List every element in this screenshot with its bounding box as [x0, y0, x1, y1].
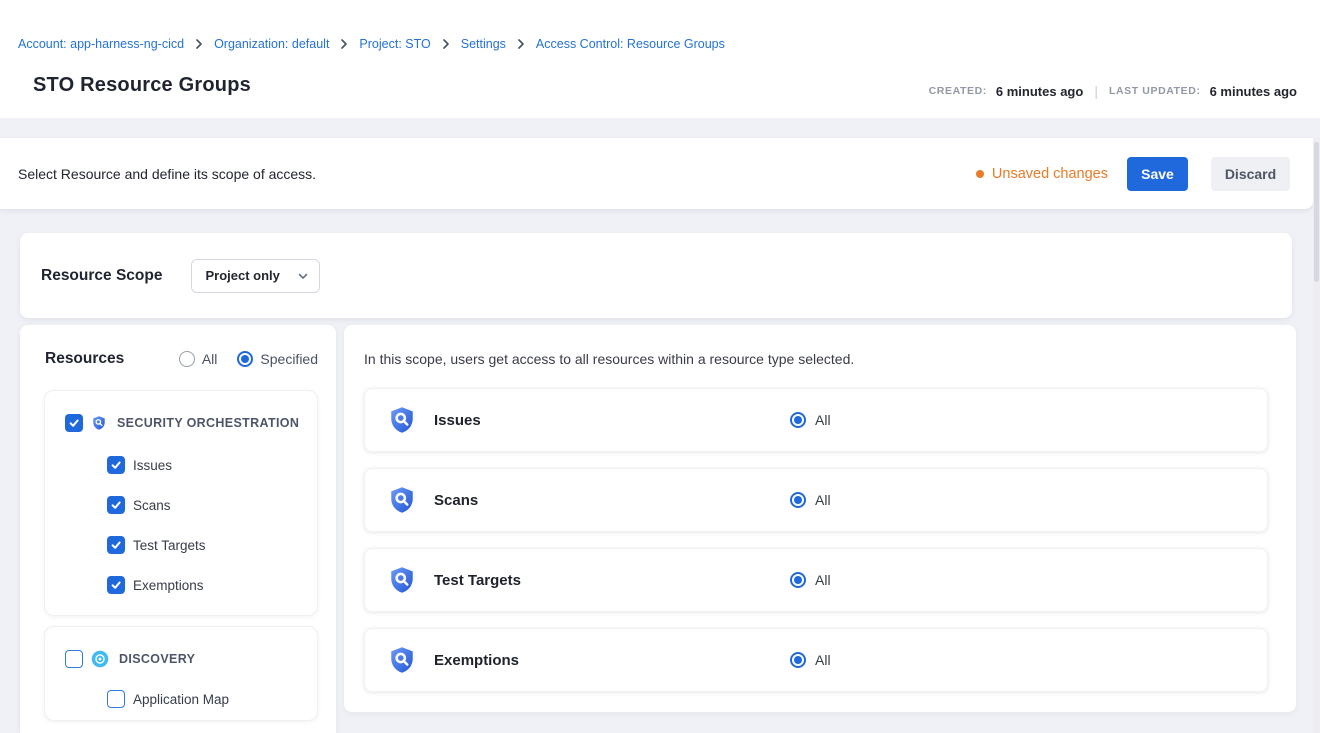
sto-shield-icon	[387, 485, 417, 515]
radio-all[interactable]	[790, 652, 806, 668]
tree-row-issues: Issues	[107, 455, 172, 475]
resources-mode-specified-option[interactable]: Specified	[237, 351, 318, 367]
tree-row-scans: Scans	[107, 495, 171, 515]
group-label: DISCOVERY	[119, 652, 195, 666]
chevron-down-icon	[297, 270, 309, 282]
resource-card-test-targets: Test Targets All	[364, 548, 1268, 612]
page-title: STO Resource Groups	[33, 74, 251, 97]
unsaved-changes-dot-icon	[976, 170, 984, 178]
tree-item-label: Test Targets	[133, 538, 206, 553]
sto-shield-icon	[91, 415, 107, 431]
checkbox-application-map[interactable]	[107, 690, 125, 708]
sto-shield-icon	[387, 405, 417, 435]
breadcrumb: Account: app-harness-ng-cicd Organizatio…	[18, 37, 725, 51]
resource-card-title: Test Targets	[434, 572, 521, 589]
tree-row-discovery: DISCOVERY	[65, 649, 195, 669]
radio-specified-label: Specified	[260, 351, 318, 367]
last-updated-value: 6 minutes ago	[1210, 84, 1297, 99]
resource-card-issues: Issues All	[364, 388, 1268, 452]
radio-all[interactable]	[790, 412, 806, 428]
access-all-option[interactable]: All	[790, 492, 831, 508]
chevron-right-icon	[193, 38, 205, 50]
checkbox-scans[interactable]	[107, 496, 125, 514]
resource-card-exemptions: Exemptions All	[364, 628, 1268, 692]
unsaved-changes-label: Unsaved changes	[992, 166, 1108, 182]
resource-card-title: Exemptions	[434, 652, 519, 669]
resource-scope-label: Resource Scope	[41, 267, 162, 285]
breadcrumb-link-project[interactable]: Project: STO	[359, 37, 430, 51]
save-button[interactable]: Save	[1127, 157, 1188, 191]
discard-button[interactable]: Discard	[1211, 157, 1290, 191]
breadcrumb-link-resource-groups[interactable]: Access Control: Resource Groups	[536, 37, 725, 51]
breadcrumb-link-settings[interactable]: Settings	[461, 37, 506, 51]
resource-access-panel: In this scope, users get access to all r…	[344, 325, 1296, 712]
chevron-right-icon	[338, 38, 350, 50]
last-updated-label: LAST UPDATED:	[1109, 85, 1201, 97]
resource-scope-card: Resource Scope Project only	[20, 233, 1292, 318]
tree-row-security-orchestration: SECURITY ORCHESTRATION	[65, 413, 299, 433]
tree-item-label: Application Map	[133, 692, 229, 707]
resource-scope-selected-value: Project only	[205, 268, 279, 283]
checkbox-discovery[interactable]	[65, 650, 83, 668]
chevron-right-icon	[440, 38, 452, 50]
breadcrumb-link-account[interactable]: Account: app-harness-ng-cicd	[18, 37, 184, 51]
resource-card-title: Scans	[434, 492, 478, 509]
radio-all[interactable]	[790, 492, 806, 508]
radio-all[interactable]	[790, 572, 806, 588]
access-all-label: All	[815, 412, 831, 428]
radio-all-label: All	[202, 351, 218, 367]
resource-group-discovery: DISCOVERY Application Map	[44, 626, 318, 721]
checkbox-exemptions[interactable]	[107, 576, 125, 594]
chevron-right-icon	[515, 38, 527, 50]
resource-scope-select[interactable]: Project only	[191, 259, 320, 293]
divider: |	[1092, 83, 1100, 99]
page-header: Account: app-harness-ng-cicd Organizatio…	[0, 0, 1320, 118]
checkbox-issues[interactable]	[107, 456, 125, 474]
tree-row-exemptions: Exemptions	[107, 575, 204, 595]
tree-item-label: Scans	[133, 498, 171, 513]
access-all-option[interactable]: All	[790, 652, 831, 668]
tree-row-application-map: Application Map	[107, 689, 229, 709]
breadcrumb-link-organization[interactable]: Organization: default	[214, 37, 329, 51]
access-all-option[interactable]: All	[790, 572, 831, 588]
sto-shield-icon	[387, 645, 417, 675]
action-toolbar: Select Resource and define its scope of …	[0, 138, 1313, 209]
discovery-target-icon	[91, 650, 109, 668]
sto-shield-icon	[387, 565, 417, 595]
tree-item-label: Exemptions	[133, 578, 204, 593]
radio-all[interactable]	[179, 351, 195, 367]
resources-panel-title: Resources	[45, 350, 159, 368]
access-all-label: All	[815, 572, 831, 588]
group-label: SECURITY ORCHESTRATION	[117, 416, 299, 430]
access-all-option[interactable]: All	[790, 412, 831, 428]
resource-card-title: Issues	[434, 412, 481, 429]
toolbar-description: Select Resource and define its scope of …	[18, 166, 316, 182]
created-value: 6 minutes ago	[996, 84, 1083, 99]
scope-hint-text: In this scope, users get access to all r…	[364, 351, 854, 367]
resource-card-scans: Scans All	[364, 468, 1268, 532]
checkbox-security-orchestration[interactable]	[65, 414, 83, 432]
timestamps: CREATED: 6 minutes ago | LAST UPDATED: 6…	[929, 83, 1297, 99]
checkbox-test-targets[interactable]	[107, 536, 125, 554]
resource-group-security-orchestration: SECURITY ORCHESTRATION Issues Scans Test…	[44, 390, 318, 616]
resources-panel: Resources All Specified SECURITY ORCHEST…	[20, 325, 336, 733]
tree-item-label: Issues	[133, 458, 172, 473]
tree-row-test-targets: Test Targets	[107, 535, 206, 555]
access-all-label: All	[815, 652, 831, 668]
scrollbar-thumb[interactable]	[1314, 142, 1319, 282]
access-all-label: All	[815, 492, 831, 508]
radio-specified[interactable]	[237, 351, 253, 367]
created-label: CREATED:	[929, 85, 987, 97]
resources-mode-all-option[interactable]: All	[179, 351, 218, 367]
